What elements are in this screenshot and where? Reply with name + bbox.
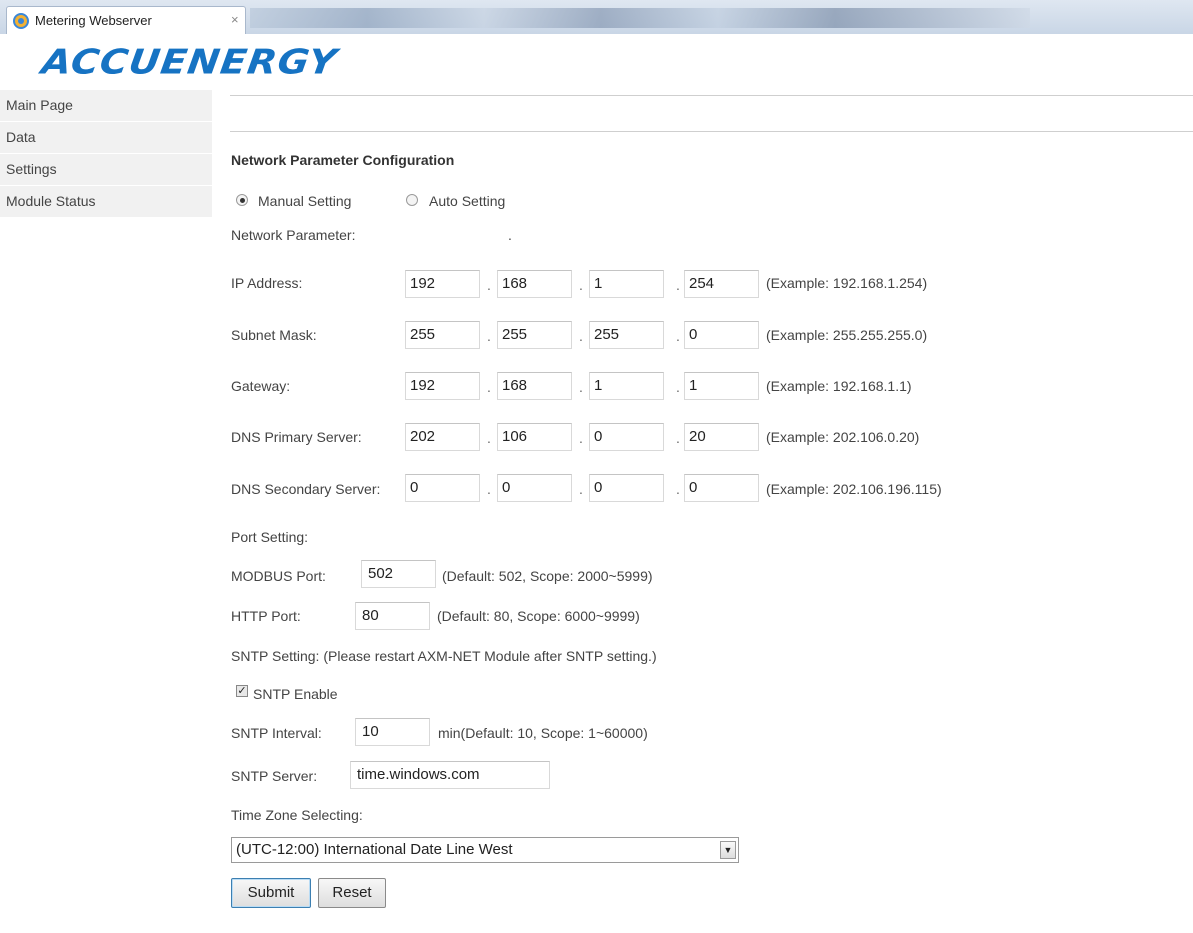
- dns-primary-octet-1[interactable]: 202: [405, 423, 480, 451]
- ip-address-octet-4[interactable]: 254: [684, 270, 759, 298]
- time-zone-label: Time Zone Selecting:: [231, 807, 363, 823]
- dns-secondary-octet-1[interactable]: 0: [405, 474, 480, 502]
- octet-separator: .: [487, 277, 491, 293]
- time-zone-selected-value: (UTC-12:00) International Date Line West: [236, 841, 513, 858]
- octet-separator: .: [487, 430, 491, 446]
- port-setting-label: Port Setting:: [231, 529, 309, 545]
- tab-title: Metering Webserver: [35, 13, 152, 28]
- subnet-mask-label: Subnet Mask:: [231, 327, 317, 343]
- sntp-interval-input[interactable]: 10: [355, 718, 430, 746]
- dns-secondary-label: DNS Secondary Server:: [231, 481, 381, 497]
- dns-secondary-example: (Example: 202.106.196.115): [766, 481, 942, 497]
- modbus-port-label: MODBUS Port:: [231, 568, 326, 584]
- modbus-port-hint: (Default: 502, Scope: 2000~5999): [442, 568, 653, 584]
- auto-setting-radio[interactable]: [406, 194, 418, 206]
- dns-primary-octet-3[interactable]: 0: [589, 423, 664, 451]
- submit-button[interactable]: Submit: [231, 878, 311, 908]
- http-port-input[interactable]: 80: [355, 602, 430, 630]
- subnet-mask-octet-3[interactable]: 255: [589, 321, 664, 349]
- dns-secondary-octet-2[interactable]: 0: [497, 474, 572, 502]
- blurred-tab-strip: [250, 8, 1030, 28]
- subnet-mask-octet-2[interactable]: 255: [497, 321, 572, 349]
- octet-separator: .: [487, 481, 491, 497]
- sntp-enable-checkbox[interactable]: ✓: [236, 685, 248, 697]
- sntp-setting-label: SNTP Setting: (Please restart AXM-NET Mo…: [231, 648, 657, 664]
- sntp-interval-label: SNTP Interval:: [231, 725, 322, 741]
- octet-separator: .: [487, 379, 491, 395]
- ip-address-octet-2[interactable]: 168: [497, 270, 572, 298]
- dns-secondary-octet-4[interactable]: 0: [684, 474, 759, 502]
- http-port-label: HTTP Port:: [231, 608, 301, 624]
- gateway-octet-1[interactable]: 192: [405, 372, 480, 400]
- octet-separator: .: [579, 481, 583, 497]
- manual-setting-label: Manual Setting: [258, 193, 352, 209]
- gateway-example: (Example: 192.168.1.1): [766, 378, 912, 394]
- network-parameter-dot: .: [508, 227, 512, 243]
- ip-address-octet-1[interactable]: 192: [405, 270, 480, 298]
- sidebar-nav: Main Page Data Settings Module Status: [0, 90, 212, 218]
- subnet-mask-octet-1[interactable]: 255: [405, 321, 480, 349]
- dns-primary-example: (Example: 202.106.0.20): [766, 429, 920, 445]
- modbus-port-input[interactable]: 502: [361, 560, 436, 588]
- dns-primary-octet-4[interactable]: 20: [684, 423, 759, 451]
- divider-top: [230, 95, 1193, 96]
- accuenergy-logo: ACCUENERGY: [39, 42, 340, 82]
- page-title: Network Parameter Configuration: [231, 152, 455, 168]
- gateway-octet-3[interactable]: 1: [589, 372, 664, 400]
- network-parameter-label: Network Parameter:: [231, 227, 356, 243]
- header-banner: ACCUENERGY: [0, 34, 1193, 90]
- dns-primary-label: DNS Primary Server:: [231, 429, 362, 445]
- octet-separator: .: [579, 328, 583, 344]
- octet-separator: .: [487, 328, 491, 344]
- browser-tab[interactable]: Metering Webserver ×: [6, 6, 246, 34]
- auto-setting-label: Auto Setting: [429, 193, 506, 209]
- time-zone-select[interactable]: (UTC-12:00) International Date Line West…: [231, 837, 739, 863]
- ip-address-label: IP Address:: [231, 275, 303, 291]
- sntp-server-label: SNTP Server:: [231, 768, 318, 784]
- sntp-server-input[interactable]: time.windows.com: [350, 761, 550, 789]
- ip-address-octet-3[interactable]: 1: [589, 270, 664, 298]
- dns-primary-octet-2[interactable]: 106: [497, 423, 572, 451]
- octet-separator: .: [579, 430, 583, 446]
- dns-secondary-octet-3[interactable]: 0: [589, 474, 664, 502]
- sntp-interval-hint: min(Default: 10, Scope: 1~60000): [438, 725, 648, 741]
- ip-address-example: (Example: 192.168.1.254): [766, 275, 928, 291]
- gateway-octet-4[interactable]: 1: [684, 372, 759, 400]
- http-port-hint: (Default: 80, Scope: 6000~9999): [437, 608, 640, 624]
- subnet-mask-example: (Example: 255.255.255.0): [766, 327, 928, 343]
- subnet-mask-octet-4[interactable]: 0: [684, 321, 759, 349]
- gateway-octet-2[interactable]: 168: [497, 372, 572, 400]
- sntp-enable-label: SNTP Enable: [253, 686, 338, 702]
- manual-setting-radio[interactable]: [236, 194, 248, 206]
- divider-bottom: [230, 131, 1193, 132]
- browser-logo-icon: [13, 13, 29, 29]
- octet-separator: .: [676, 481, 680, 497]
- sidebar-item-main-page[interactable]: Main Page: [0, 90, 212, 122]
- close-tab-icon[interactable]: ×: [231, 12, 239, 27]
- octet-separator: .: [579, 277, 583, 293]
- octet-separator: .: [676, 379, 680, 395]
- gateway-label: Gateway:: [231, 378, 291, 394]
- octet-separator: .: [676, 277, 680, 293]
- octet-separator: .: [676, 430, 680, 446]
- chevron-down-icon[interactable]: ▼: [720, 841, 736, 859]
- octet-separator: .: [676, 328, 680, 344]
- sidebar-item-data[interactable]: Data: [0, 122, 212, 154]
- reset-button[interactable]: Reset: [318, 878, 386, 908]
- octet-separator: .: [579, 379, 583, 395]
- sidebar-item-settings[interactable]: Settings: [0, 154, 212, 186]
- sidebar-item-module-status[interactable]: Module Status: [0, 186, 212, 218]
- browser-tab-bar: Metering Webserver ×: [0, 0, 1193, 35]
